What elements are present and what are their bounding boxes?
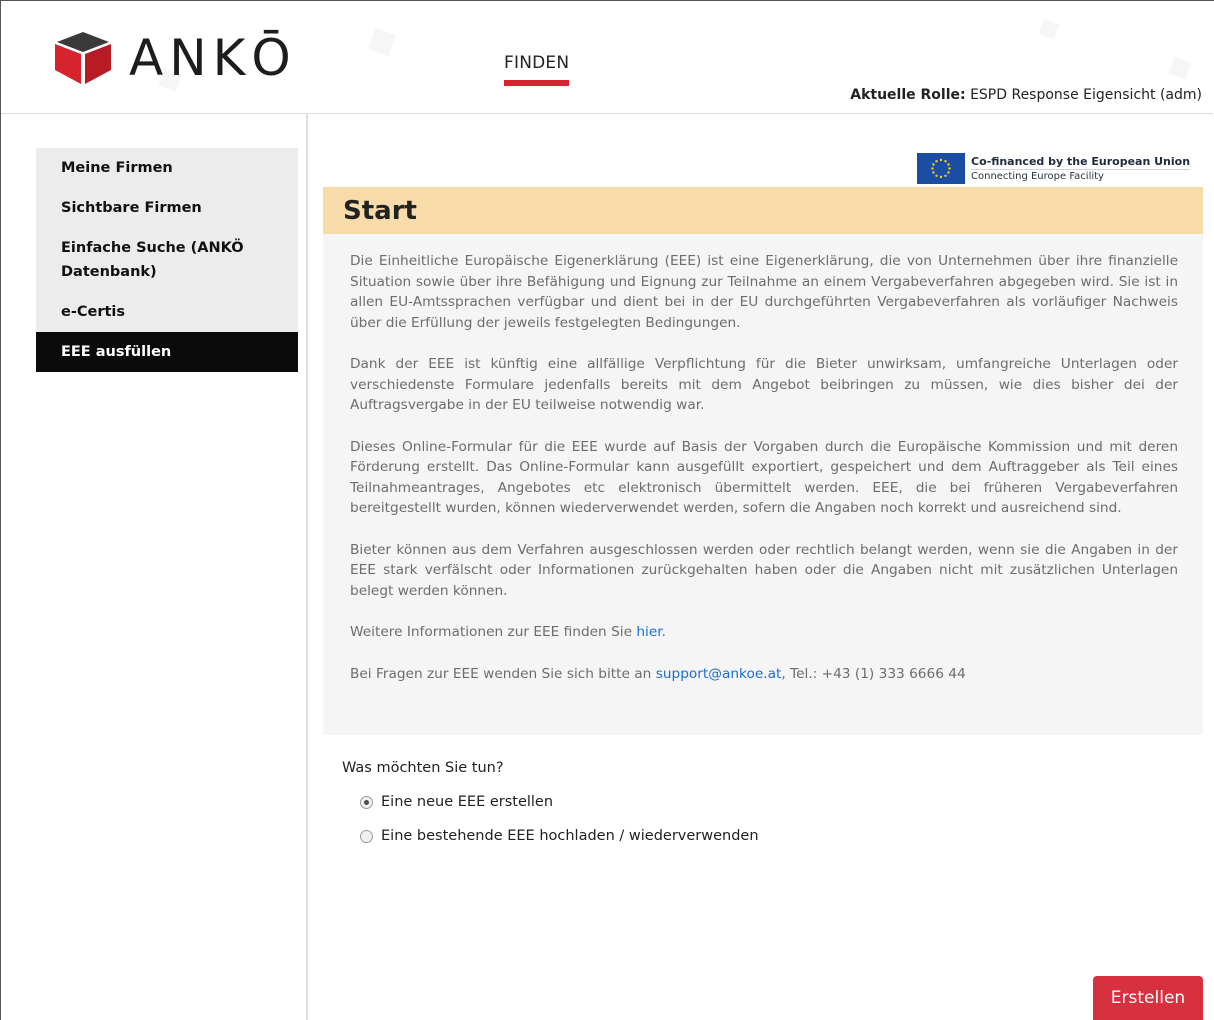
ankoe-logo-mark-icon [51, 30, 115, 86]
more-info-paragraph: Weitere Informationen zur EEE finden Sie… [350, 622, 1178, 643]
create-button[interactable]: Erstellen [1093, 976, 1203, 1020]
intro-paragraph-4: Bieter können aus dem Verfahren ausgesch… [350, 541, 1178, 599]
panel-title: Start [343, 195, 417, 226]
current-role: Aktuelle Rolle: ESPD Response Eigensicht… [850, 87, 1202, 103]
panel-body: Die Einheitliche Europäische Eigenerklär… [323, 234, 1203, 684]
option-upload-eee-label: Eine bestehende EEE hochladen / wiederve… [381, 828, 759, 844]
header-decoration [1038, 18, 1060, 40]
option-new-eee[interactable]: Eine neue EEE erstellen [360, 794, 553, 810]
intro-paragraph-3: Dieses Online-Formular für die EEE wurde… [350, 438, 1178, 517]
main-content: Co-financed by the European Union Connec… [323, 114, 1203, 1020]
sidebar: Meine Firmen Sichtbare Firmen Einfache S… [1, 114, 308, 1020]
more-info-text: Weitere Informationen zur EEE finden Sie [350, 624, 637, 640]
header: ANKŌ FINDEN Aktuelle Rolle: ESPD Respons… [1, 1, 1213, 114]
intro-paragraph-2: Dank der EEE ist künftig eine allfällige… [350, 356, 1178, 413]
sidebar-item-sichtbare-firmen[interactable]: Sichtbare Firmen [36, 188, 298, 228]
action-question: Was möchten Sie tun? [342, 760, 504, 776]
eu-cofinanced-badge: Co-financed by the European Union Connec… [917, 153, 1191, 184]
nav-active-indicator [504, 80, 569, 86]
eu-badge-line2: Connecting Europe Facility [971, 168, 1191, 183]
start-panel: Start Die Einheitliche Europäische Eigen… [323, 187, 1203, 735]
sidebar-nav: Meine Firmen Sichtbare Firmen Einfache S… [36, 148, 298, 372]
radio-upload-eee[interactable] [360, 829, 373, 843]
radio-new-eee[interactable] [360, 795, 373, 809]
contact-text: Bei Fragen zur EEE wenden Sie sich bitte… [350, 665, 656, 682]
support-email-link[interactable]: support@ankoe.at [656, 666, 782, 682]
panel-header: Start [323, 187, 1203, 234]
sidebar-item-meine-firmen[interactable]: Meine Firmen [36, 148, 298, 188]
nav-finden[interactable]: FINDEN [504, 53, 569, 73]
intro-paragraph-1: Die Einheitliche Europäische Eigenerklär… [350, 253, 1178, 331]
header-decoration [1168, 56, 1192, 80]
ankoe-logo[interactable]: ANKŌ [51, 27, 297, 89]
option-new-eee-label: Eine neue EEE erstellen [381, 794, 554, 810]
logo-text: ANKŌ [129, 29, 297, 87]
sidebar-item-e-certis[interactable]: e-Certis [36, 292, 298, 332]
eu-badge-text: Co-financed by the European Union Connec… [971, 154, 1191, 183]
more-info-link[interactable]: hier. [636, 624, 666, 640]
role-value: ESPD Response Eigensicht (adm) [970, 87, 1202, 103]
header-decoration [367, 27, 397, 57]
eu-flag-icon [917, 153, 965, 184]
eu-badge-line1: Co-financed by the European Union [971, 154, 1191, 168]
contact-paragraph: Bei Fragen zur EEE wenden Sie sich bitte… [350, 664, 1178, 685]
option-upload-eee[interactable]: Eine bestehende EEE hochladen / wiederve… [360, 828, 759, 844]
role-label: Aktuelle Rolle: [850, 87, 966, 103]
sidebar-item-eee-ausfuellen[interactable]: EEE ausfüllen [36, 332, 298, 372]
sidebar-item-einfache-suche[interactable]: Einfache Suche (ANKÖ Datenbank) [36, 228, 298, 292]
contact-phone: , Tel.: +43 (1) 333 6666 44 [781, 665, 966, 682]
